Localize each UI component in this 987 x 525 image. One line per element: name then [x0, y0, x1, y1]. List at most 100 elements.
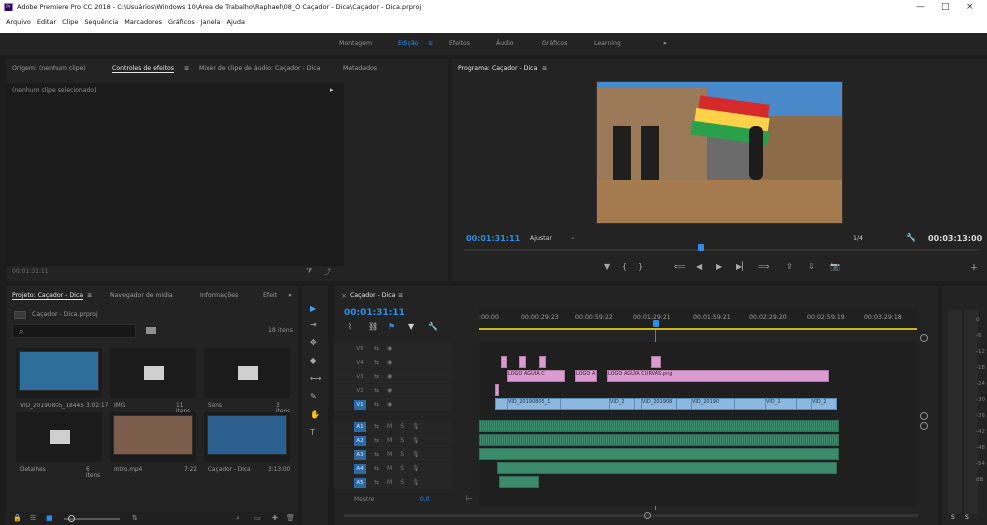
workspace-edicao[interactable]: Edição	[398, 40, 419, 47]
go-to-in-icon[interactable]: ⟸	[674, 262, 685, 271]
timeline-horizontal-scrollbar[interactable]	[344, 514, 918, 517]
solo-right-button[interactable]: S	[965, 514, 969, 521]
mute-icon[interactable]: M	[387, 465, 392, 472]
timeline-timecode[interactable]: 00:01:31:11	[344, 308, 405, 318]
project-item-2[interactable]: Sons 3 itens	[204, 348, 290, 415]
workspace-efeitos[interactable]: Efeitos	[449, 40, 470, 47]
v4-clip[interactable]	[651, 356, 661, 368]
step-forward-icon[interactable]: ▶▏	[736, 262, 748, 271]
scroll-handle-mid-2[interactable]	[920, 422, 928, 430]
track-label-v1[interactable]: V1	[354, 399, 366, 410]
scroll-handle-top[interactable]	[920, 334, 928, 342]
v1-clip-0[interactable]: VID_20190805_1	[507, 398, 561, 410]
program-timecode[interactable]: 00:01:31:11	[466, 234, 520, 243]
sync-icon[interactable]: ⇆	[374, 465, 379, 472]
sync-icon[interactable]: ⇆	[374, 451, 379, 458]
sync-icon[interactable]: ⇆	[374, 373, 379, 380]
v1-clip-4[interactable]: VID_2	[765, 398, 797, 410]
a1-clip[interactable]	[479, 420, 839, 432]
add-marker-icon[interactable]: ⚑	[388, 322, 395, 331]
lift-icon[interactable]: ⇪	[786, 262, 793, 271]
track-label-v3[interactable]: V3	[354, 372, 366, 382]
v4-clip[interactable]	[519, 356, 526, 368]
track-label-a5[interactable]: A5	[354, 477, 366, 488]
program-playhead[interactable]	[698, 244, 704, 251]
project-menu-icon[interactable]: ≡	[87, 292, 92, 299]
snap-icon[interactable]: ⌇	[348, 322, 352, 331]
marker-icon[interactable]: ▼	[408, 322, 414, 331]
timeline-scroll-handle[interactable]	[644, 512, 651, 519]
type-tool-icon[interactable]: T	[310, 428, 315, 437]
zoom-slider-handle[interactable]	[68, 515, 75, 522]
eye-icon[interactable]: ◉	[387, 387, 392, 394]
workspace-graficos[interactable]: Gráficos	[542, 40, 567, 47]
solo-icon[interactable]: S	[400, 437, 404, 444]
v1-clip-1[interactable]: VID_2	[609, 398, 635, 410]
project-item-1[interactable]: IMG 11 itens	[110, 348, 196, 415]
track-label-a2[interactable]: A2	[354, 435, 366, 446]
mic-icon[interactable]: 🎙	[412, 437, 420, 444]
v1-clip-2[interactable]: VID_201908	[641, 398, 677, 410]
master-toggle-icon[interactable]: ⊢	[466, 494, 473, 503]
lock-icon[interactable]: 🔒	[13, 514, 22, 522]
solo-left-button[interactable]: S	[951, 514, 955, 521]
trash-icon[interactable]: 🗑	[286, 514, 295, 522]
track-label-a1[interactable]: A1	[354, 421, 366, 432]
add-button-icon[interactable]: ＋	[970, 262, 978, 273]
mark-out-icon[interactable]: }	[638, 262, 643, 271]
tab-source[interactable]: Origem: (nenhum clipe)	[12, 65, 86, 72]
workspace-menu-icon[interactable]: ≡	[428, 40, 433, 47]
project-search-input[interactable]: ⌕	[12, 324, 136, 338]
workspace-learning[interactable]: Learning	[594, 40, 621, 47]
v3-clip-0[interactable]: LOGO AGUIA C	[507, 370, 565, 382]
timeline-playhead-handle[interactable]	[653, 320, 659, 327]
v2-clip[interactable]	[495, 384, 499, 396]
solo-icon[interactable]: S	[400, 423, 404, 430]
resolution-fraction[interactable]: 1/4	[853, 235, 863, 242]
v4-clip[interactable]	[501, 356, 507, 368]
wrench-icon[interactable]: 🔧	[906, 233, 916, 242]
mic-icon[interactable]: 🎙	[412, 423, 420, 430]
timeline-menu-icon[interactable]: ≡	[398, 292, 403, 299]
v3-clip-2[interactable]: LOGO AGUIA CURVAS.png	[607, 370, 829, 382]
track-label-a3[interactable]: A3	[354, 449, 366, 460]
tab-media-browser[interactable]: Navegador de mídia	[110, 292, 173, 299]
program-scrub-bar[interactable]	[464, 249, 979, 251]
program-video-frame[interactable]	[596, 81, 843, 224]
tab-info[interactable]: Informações	[200, 292, 238, 299]
eye-icon[interactable]: ◉	[387, 373, 392, 380]
folder-icon[interactable]: ▭	[254, 514, 261, 522]
play-icon[interactable]: ▶	[716, 262, 722, 271]
find-icon[interactable]: ⌕	[236, 514, 240, 523]
timeline-sequence-tab[interactable]: Caçador - Dica	[350, 292, 395, 299]
expand-arrow-icon[interactable]: ▸	[330, 86, 334, 94]
v4-clip[interactable]	[539, 356, 546, 368]
sync-icon[interactable]: ⇆	[374, 401, 379, 408]
new-item-icon[interactable]: ✚	[272, 514, 278, 522]
a5-clip[interactable]	[499, 476, 539, 488]
project-item-4[interactable]: Intro.mp4 7:22	[110, 412, 197, 473]
workspace-montagem[interactable]: Montagem	[339, 40, 372, 47]
mute-icon[interactable]: M	[387, 479, 392, 486]
mark-in-icon[interactable]: {	[622, 262, 627, 271]
solo-icon[interactable]: S	[400, 451, 404, 458]
menu-sequencia[interactable]: Sequência	[84, 18, 118, 26]
project-item-5[interactable]: Caçador - Dica 3:13:00	[204, 412, 290, 473]
hand-tool-icon[interactable]: ✋	[310, 410, 320, 419]
sync-icon[interactable]: ⇆	[374, 359, 379, 366]
go-to-out-icon[interactable]: ⟹	[758, 262, 769, 271]
project-item-3[interactable]: Detalhes 6 itens	[16, 412, 102, 479]
new-bin-icon[interactable]	[146, 327, 156, 334]
scroll-handle-mid[interactable]	[920, 412, 928, 420]
menu-editar[interactable]: Editar	[37, 18, 56, 26]
list-view-icon[interactable]: ☰	[30, 514, 36, 522]
track-label-a4[interactable]: A4	[354, 463, 366, 474]
workspace-audio[interactable]: Áudio	[496, 40, 514, 47]
sync-icon[interactable]: ⇆	[374, 423, 379, 430]
track-label-v2[interactable]: V2	[354, 386, 366, 396]
camera-icon[interactable]: 📷	[830, 262, 840, 271]
tab-effects[interactable]: Efeit	[263, 292, 277, 299]
filter-icon[interactable]: ⧩	[306, 267, 312, 276]
a3-clip[interactable]	[479, 448, 839, 460]
menu-janela[interactable]: Janela	[201, 18, 221, 26]
